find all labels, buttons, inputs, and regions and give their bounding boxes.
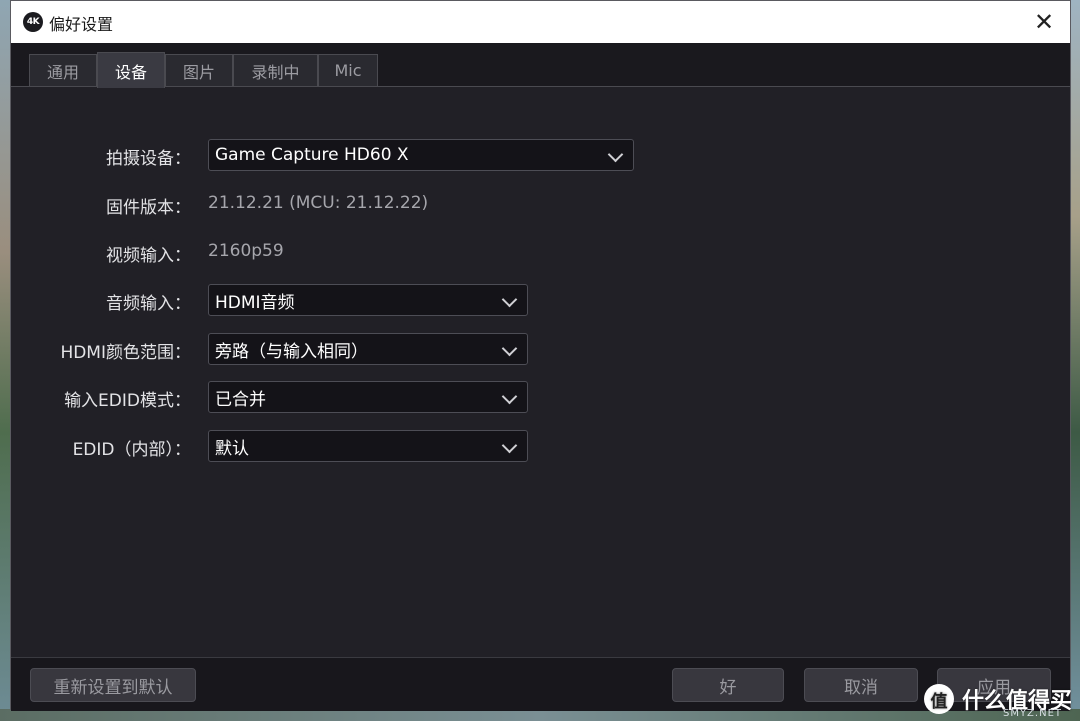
tab-device[interactable]: 设备 xyxy=(97,52,165,88)
close-button[interactable]: ✕ xyxy=(1026,5,1062,39)
tab-recording[interactable]: 录制中 xyxy=(233,54,318,86)
ok-button[interactable]: 好 xyxy=(672,668,784,702)
edid-internal-select[interactable]: 默认 xyxy=(208,430,528,462)
tab-bar: 通用 设备 图片 录制中 Mic xyxy=(11,43,1070,88)
edid-mode-label: 输入EDID模式： xyxy=(64,391,191,411)
audio-input-value: HDMI音频 xyxy=(215,292,295,313)
video-input-label: 视频输入： xyxy=(106,246,191,266)
hdmi-color-range-label: HDMI颜色范围： xyxy=(60,343,191,363)
tab-picture[interactable]: 图片 xyxy=(165,54,233,86)
tab-general[interactable]: 通用 xyxy=(29,54,97,86)
audio-input-label: 音频输入： xyxy=(106,294,191,314)
capture-device-label: 拍摄设备： xyxy=(106,149,191,169)
cancel-button[interactable]: 取消 xyxy=(804,668,918,702)
chevron-down-icon xyxy=(501,388,518,405)
edid-mode-select[interactable]: 已合并 xyxy=(208,381,528,413)
firmware-label: 固件版本： xyxy=(106,198,191,218)
firmware-value: 21.12.21 (MCU: 21.12.22) xyxy=(208,193,429,213)
edid-internal-label: EDID（内部）： xyxy=(72,440,191,460)
watermark-logo-icon: 值 xyxy=(923,684,954,714)
audio-input-select[interactable]: HDMI音频 xyxy=(208,284,528,316)
preferences-window: 4K 偏好设置 ✕ 通用 设备 图片 录制中 Mic 拍摄设备： Game Ca… xyxy=(10,0,1071,711)
chevron-down-icon xyxy=(501,340,518,357)
title-bar: 4K 偏好设置 ✕ xyxy=(11,1,1070,43)
hdmi-color-range-value: 旁路（与输入相同） xyxy=(215,341,368,362)
footer-bar: 重新设置到默认 好 取消 应用 xyxy=(11,657,1070,711)
chevron-down-icon xyxy=(501,291,518,308)
chevron-down-icon xyxy=(607,146,624,163)
capture-device-select[interactable]: Game Capture HD60 X xyxy=(208,139,634,171)
hdmi-color-range-select[interactable]: 旁路（与输入相同） xyxy=(208,333,528,365)
capture-device-value: Game Capture HD60 X xyxy=(215,145,409,165)
watermark-site: SMYZ.NET xyxy=(1002,708,1062,719)
reset-defaults-button[interactable]: 重新设置到默认 xyxy=(30,668,196,702)
edid-internal-value: 默认 xyxy=(215,438,249,459)
app-4k-icon: 4K xyxy=(23,12,43,32)
video-input-value: 2160p59 xyxy=(208,241,284,261)
window-title: 偏好设置 xyxy=(49,15,114,34)
chevron-down-icon xyxy=(501,437,518,454)
tab-mic[interactable]: Mic xyxy=(318,54,378,86)
edid-mode-value: 已合并 xyxy=(215,389,266,410)
